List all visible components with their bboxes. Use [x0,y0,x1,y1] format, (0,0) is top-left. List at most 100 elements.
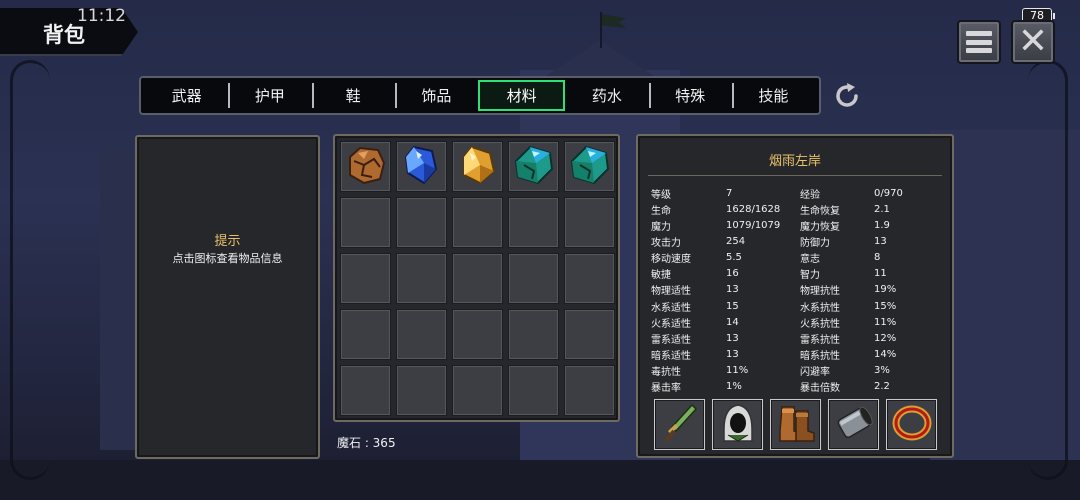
hint-title: 提示 [214,234,241,249]
stat-label: 攻击力 [651,237,681,249]
divider [648,175,942,176]
inventory-slot-item[interactable] [340,141,391,192]
stat-label: 火系适性 [651,318,691,330]
boots-icon [774,401,818,449]
stat-value: 16 [726,268,739,280]
stat-label: 物理适性 [651,286,691,298]
equipment-row [654,399,937,450]
stat-value: 1628/1628 [726,203,781,215]
stat-row: 火系适性 14 火系抗性 11% [651,314,951,330]
inventory-slot-empty[interactable] [564,365,615,416]
menu-button[interactable] [957,20,1001,64]
hood-icon [716,401,760,449]
stat-value: 11 [874,268,887,280]
inventory-slot-item[interactable] [452,141,503,192]
background-flag [600,12,602,48]
stat-label: 毒抗性 [651,367,681,379]
bracer-icon [832,401,876,449]
teal-crystal-icon [512,143,556,191]
hamburger-icon [966,31,992,53]
tab-3[interactable]: 鞋 [311,80,395,111]
ring-icon [890,401,934,449]
stat-label: 生命 [651,205,671,217]
inventory-slot-empty[interactable] [340,197,391,248]
stat-label: 闪避率 [800,367,830,379]
tab-7[interactable]: 特殊 [648,80,732,111]
stat-value: 1% [726,381,742,393]
stat-row: 等级 7 经验 0/970 [651,185,951,201]
tab-5[interactable]: 材料 [478,80,566,111]
inventory-slot-empty[interactable] [508,197,559,248]
cracked-ore-icon [344,143,388,191]
stat-value: 2.2 [874,381,890,393]
equipment-slot[interactable] [886,399,937,450]
inventory-slot-empty[interactable] [340,309,391,360]
stat-row: 敏捷 16 智力 11 [651,266,951,282]
stat-value: 11% [874,316,897,328]
dagger-icon [658,401,702,449]
inventory-slot-empty[interactable] [564,253,615,304]
stat-label: 水系适性 [651,302,691,314]
stat-label: 雷系抗性 [800,334,840,346]
stat-label: 经验 [800,189,820,201]
stats-table: 等级 7 经验 0/970 生命 1628/1628 生命恢复 2.1 魔力 1079/1079 魔… [651,185,951,395]
stat-label: 暴击率 [651,383,681,395]
inventory-slot-empty[interactable] [508,309,559,360]
stat-label: 暗系抗性 [800,350,840,362]
refresh-icon[interactable] [832,81,862,111]
tab-1[interactable]: 武器 [145,80,228,111]
stat-label: 火系抗性 [800,318,840,330]
stat-value: 15% [874,300,897,312]
inventory-slot-empty[interactable] [396,365,447,416]
inventory-slot-item[interactable] [396,141,447,192]
stat-label: 魔力恢复 [800,221,840,233]
inventory-slot-empty[interactable] [564,309,615,360]
stat-row: 攻击力 254 防御力 13 [651,233,951,249]
stat-label: 移动速度 [651,254,691,266]
amber-crystal-icon [456,143,500,191]
inventory-slot-empty[interactable] [508,365,559,416]
stat-row: 魔力 1079/1079 魔力恢复 1.9 [651,217,951,233]
tab-4[interactable]: 饰品 [394,80,478,111]
equipment-slot[interactable] [654,399,705,450]
inventory-slot-item[interactable] [564,141,615,192]
inventory-slot-empty[interactable] [396,253,447,304]
inventory-slot-empty[interactable] [452,197,503,248]
stat-row: 暗系适性 13 暗系抗性 14% [651,346,951,362]
inventory-grid [340,141,615,416]
inventory-slot-item[interactable] [508,141,559,192]
inventory-slot-empty[interactable] [452,253,503,304]
tab-2[interactable]: 护甲 [228,80,311,111]
inventory-slot-empty[interactable] [340,253,391,304]
tab-6[interactable]: 药水 [565,80,648,111]
stat-label: 魔力 [651,221,671,233]
equipment-slot[interactable] [712,399,763,450]
stat-value: 1079/1079 [726,219,781,231]
inventory-slot-empty[interactable] [396,197,447,248]
stat-row: 暴击率 1% 暴击倍数 2.2 [651,379,951,395]
inventory-slot-empty[interactable] [340,365,391,416]
tab-8[interactable]: 技能 [731,80,815,111]
stat-value: 1.9 [874,219,890,231]
inventory-slot-empty[interactable] [564,197,615,248]
stat-row: 雷系适性 13 雷系抗性 12% [651,330,951,346]
close-button[interactable]: ✕ [1011,20,1055,64]
stat-value: 8 [874,252,881,264]
inventory-slot-empty[interactable] [396,309,447,360]
stat-value: 11% [726,365,749,377]
stat-row: 生命 1628/1628 生命恢复 2.1 [651,201,951,217]
inventory-slot-empty[interactable] [452,365,503,416]
category-tabbar: 武器 护甲鞋饰品 材料 药水 特殊 技能 [139,76,821,115]
stat-row: 物理适性 13 物理抗性 19% [651,282,951,298]
character-name: 烟雨左岸 [768,154,821,169]
inventory-slot-empty[interactable] [452,309,503,360]
stat-value: 254 [726,235,746,247]
stat-label: 暗系适性 [651,350,691,362]
equipment-slot[interactable] [770,399,821,450]
stat-value: 13 [874,235,887,247]
stat-row: 水系适性 15 水系抗性 15% [651,298,951,314]
equipment-slot[interactable] [828,399,879,450]
currency-label: 魔石 : 365 [337,436,396,450]
inventory-slot-empty[interactable] [508,253,559,304]
stat-label: 智力 [800,270,820,282]
